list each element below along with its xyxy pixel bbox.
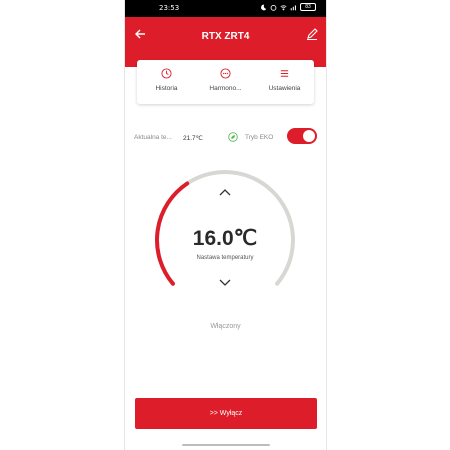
page-title: RTX ZRT4 — [201, 31, 250, 42]
setpoint-value: 16.0℃ — [192, 227, 258, 250]
eko-label: Tryb EKO — [245, 134, 274, 141]
tabs-card: Historia Harmono... Ustawienia — [137, 60, 314, 104]
power-off-button[interactable]: >> Wyłącz — [135, 398, 317, 429]
clock-icon — [161, 68, 172, 79]
tab-label: Ustawienia — [268, 85, 301, 92]
tab-settings[interactable]: Ustawienia — [255, 60, 314, 104]
eko-toggle[interactable] — [287, 128, 317, 144]
signal-icon — [290, 4, 296, 10]
device-status: Włączony — [210, 323, 241, 330]
current-temp-value: 21.7℃ — [183, 135, 203, 142]
menu-lines-icon — [280, 70, 289, 77]
tab-schedule[interactable]: Harmono... — [196, 60, 255, 104]
status-time: 23:53 — [159, 4, 180, 12]
tab-label: Historia — [155, 85, 178, 92]
battery-indicator: 83 — [300, 3, 316, 11]
tab-label: Harmono... — [209, 85, 242, 92]
toggle-knob — [303, 130, 315, 142]
more-dots-icon — [220, 68, 231, 79]
current-temp-label: Aktualna te... — [134, 134, 172, 141]
tab-history[interactable]: Historia — [137, 60, 196, 104]
wifi-icon — [280, 4, 287, 10]
increase-temp-icon[interactable] — [216, 187, 234, 197]
leaf-icon — [228, 132, 238, 142]
decrease-temp-icon[interactable] — [216, 278, 234, 288]
status-bar: 23:53 83 — [125, 0, 326, 17]
status-icons: 83 — [260, 3, 316, 11]
info-row: Aktualna te... 21.7℃ Tryb EKO — [125, 128, 326, 148]
temperature-dial[interactable]: 16.0℃ Nastawa temperatury — [150, 165, 300, 315]
setpoint-label: Nastawa temperatury — [196, 255, 254, 261]
alarm-icon — [270, 4, 277, 11]
moon-icon — [261, 4, 267, 10]
edit-pencil-icon[interactable] — [306, 28, 318, 40]
home-indicator — [182, 444, 270, 446]
phone-screen: 23:53 83 RTX ZRT4 Historia Harmono... Us… — [125, 0, 326, 450]
